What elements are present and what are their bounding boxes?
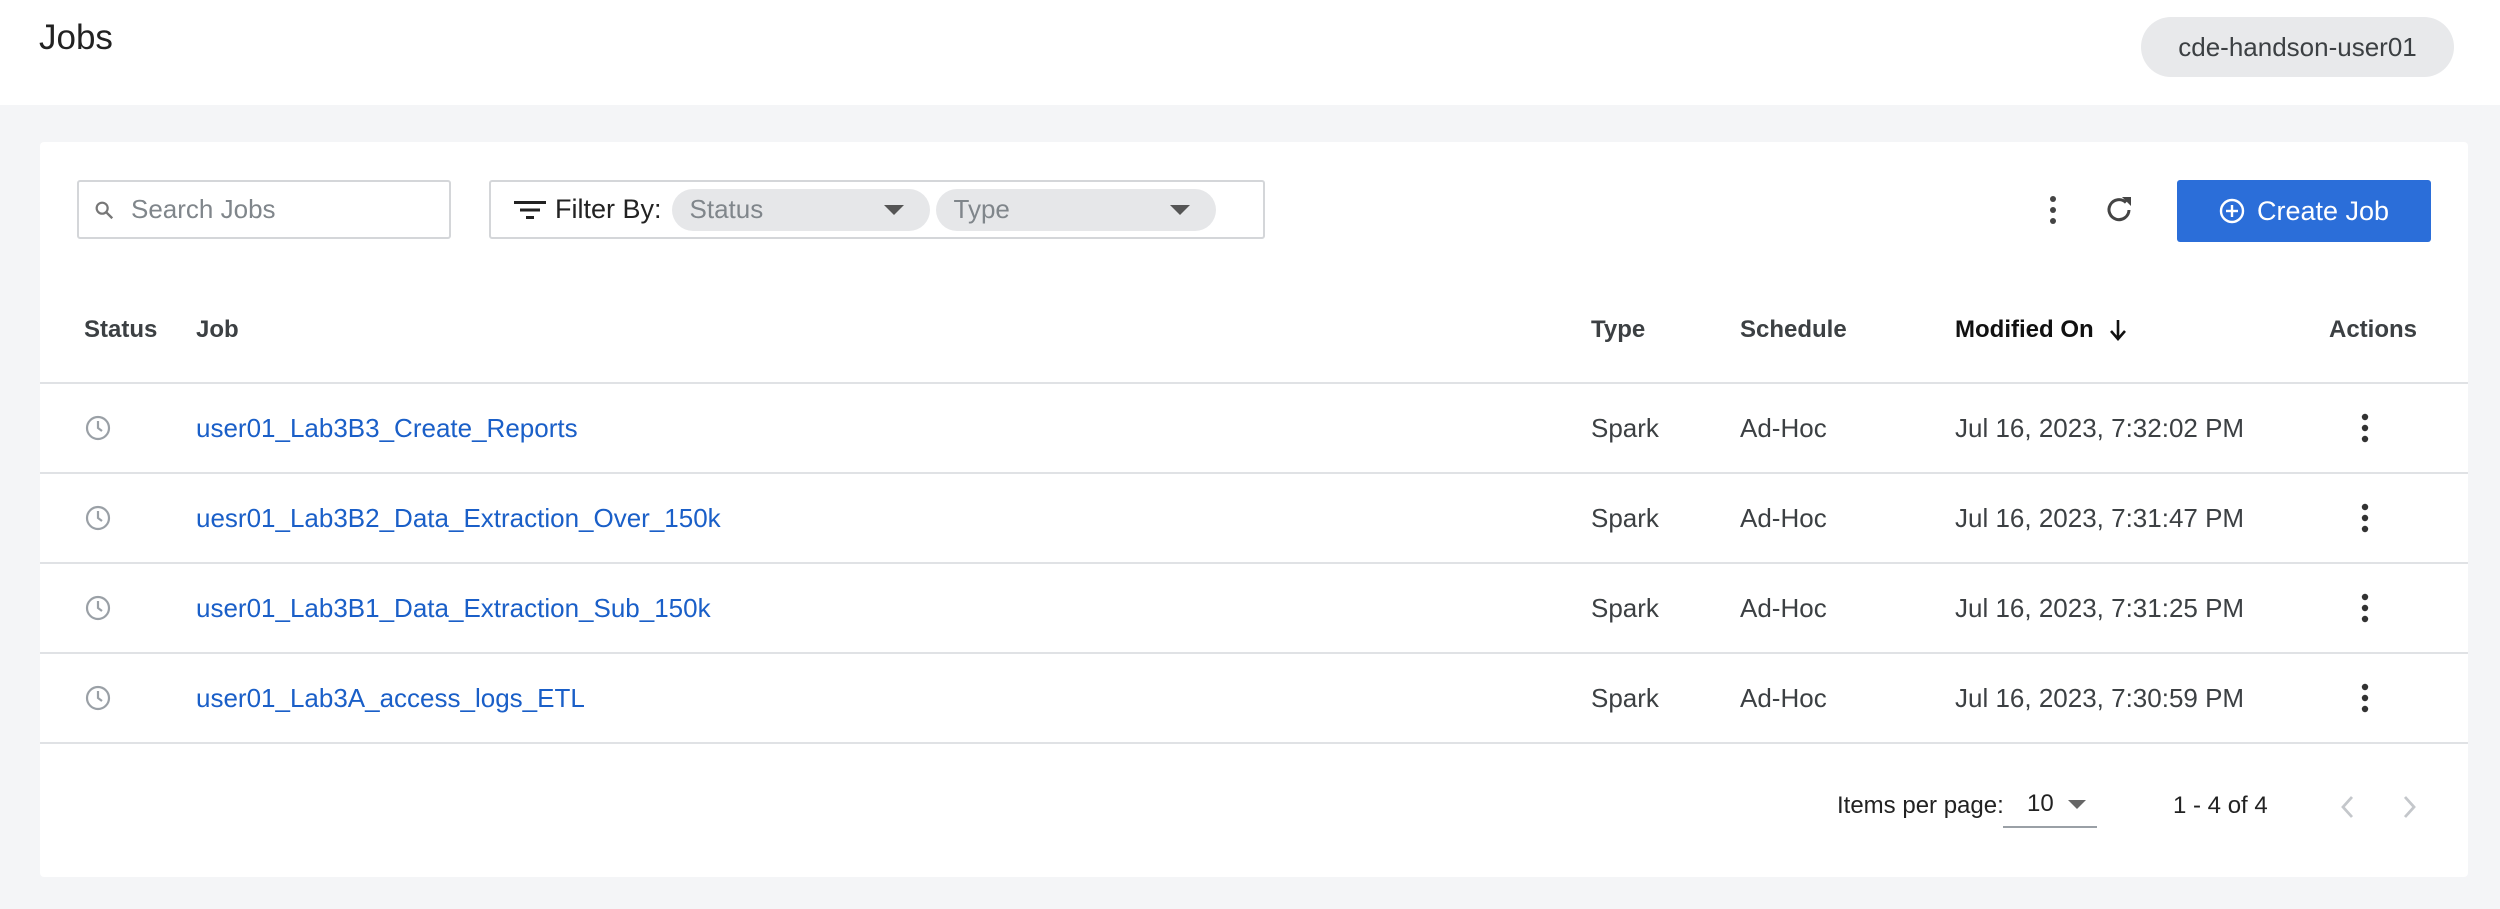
more-options-icon (2361, 503, 2369, 533)
items-per-page-select[interactable]: 10 (2003, 782, 2097, 828)
column-header-job[interactable]: Job (196, 316, 239, 344)
job-schedule: Ad-Hoc (1740, 412, 1827, 443)
chevron-left-icon[interactable] (2337, 794, 2359, 820)
table-row: user01_Lab3B1_Data_Extraction_Sub_150k S… (40, 564, 2468, 654)
job-modified: Jul 16, 2023, 7:31:25 PM (1955, 592, 2245, 623)
table-row: user01_Lab3A_access_logs_ETL Spark Ad-Ho… (40, 654, 2468, 744)
job-link[interactable]: uesr01_Lab3B2_Data_Extraction_Over_150k (196, 474, 721, 562)
job-schedule: Ad-Hoc (1740, 502, 1827, 533)
clock-icon (85, 595, 111, 621)
create-job-label: Create Job (2256, 195, 2390, 226)
page-header: Jobs cde-handson-user01 (0, 0, 2500, 105)
more-options-icon (2361, 683, 2369, 713)
arrow-down-icon (2109, 320, 2126, 341)
column-header-status[interactable]: Status (84, 316, 157, 344)
chevron-down-icon (2067, 799, 2086, 809)
column-header-actions: Actions (2329, 316, 2418, 343)
table-row: uesr01_Lab3B2_Data_Extraction_Over_150k … (40, 474, 2468, 564)
items-per-page-value: 10 (2027, 790, 2054, 817)
clock-icon (85, 415, 111, 441)
search-box[interactable] (77, 180, 451, 239)
table-row: user01_Lab3B3_Create_Reports Spark Ad-Ho… (40, 384, 2468, 474)
type-filter-label: Type (953, 194, 1010, 224)
chevron-right-icon[interactable] (2398, 794, 2420, 820)
status-cell (84, 474, 112, 562)
type-filter-dropdown[interactable]: Type (935, 188, 1216, 231)
clock-icon (85, 505, 111, 531)
search-input[interactable] (131, 194, 431, 225)
pagination-range: 1 - 4 of 4 (2173, 792, 2268, 819)
column-header-schedule[interactable]: Schedule (1740, 316, 1847, 344)
job-schedule: Ad-Hoc (1740, 592, 1827, 623)
status-filter-dropdown[interactable]: Status (671, 188, 930, 231)
column-header-modified[interactable]: Modified On (1955, 316, 2128, 344)
add-circle-icon (2219, 198, 2245, 224)
job-modified: Jul 16, 2023, 7:31:47 PM (1955, 502, 2245, 533)
filter-icon (514, 200, 546, 219)
job-modified: Jul 16, 2023, 7:32:02 PM (1955, 412, 2245, 443)
row-actions-button[interactable] (2358, 384, 2372, 472)
clock-icon (85, 685, 111, 711)
more-options-icon[interactable] (2041, 193, 2065, 227)
status-cell (84, 384, 112, 472)
filter-bar: Filter By: Status Type (489, 180, 1265, 239)
user-badge[interactable]: cde-handson-user01 (2141, 17, 2454, 77)
row-actions-button[interactable] (2358, 654, 2372, 742)
job-link[interactable]: user01_Lab3B1_Data_Extraction_Sub_150k (196, 564, 711, 652)
column-header-modified-label: Modified On (1955, 316, 2094, 343)
create-job-button[interactable]: Create Job (2177, 180, 2431, 242)
page-title: Jobs (39, 18, 113, 57)
chevron-down-icon (1169, 204, 1190, 215)
row-actions-button[interactable] (2358, 564, 2372, 652)
column-header-type[interactable]: Type (1591, 316, 1645, 344)
items-per-page-label: Items per page: (1837, 792, 2004, 819)
more-options-icon (2361, 593, 2369, 623)
status-cell (84, 654, 112, 742)
job-type: Spark (1591, 412, 1659, 443)
search-icon (95, 201, 114, 219)
job-modified: Jul 16, 2023, 7:30:59 PM (1955, 682, 2245, 713)
job-schedule: Ad-Hoc (1740, 682, 1827, 713)
job-link[interactable]: user01_Lab3A_access_logs_ETL (196, 654, 585, 742)
job-type: Spark (1591, 502, 1659, 533)
refresh-icon[interactable] (2102, 193, 2136, 227)
job-link[interactable]: user01_Lab3B3_Create_Reports (196, 384, 578, 472)
status-cell (84, 564, 112, 652)
filter-label: Filter By: (555, 194, 662, 224)
more-options-icon (2361, 413, 2369, 443)
job-type: Spark (1591, 682, 1659, 713)
job-type: Spark (1591, 592, 1659, 623)
status-filter-label: Status (689, 194, 764, 224)
jobs-card: Filter By: Status Type Create Job Status… (40, 142, 2468, 877)
row-actions-button[interactable] (2358, 474, 2372, 562)
chevron-down-icon (883, 204, 904, 215)
